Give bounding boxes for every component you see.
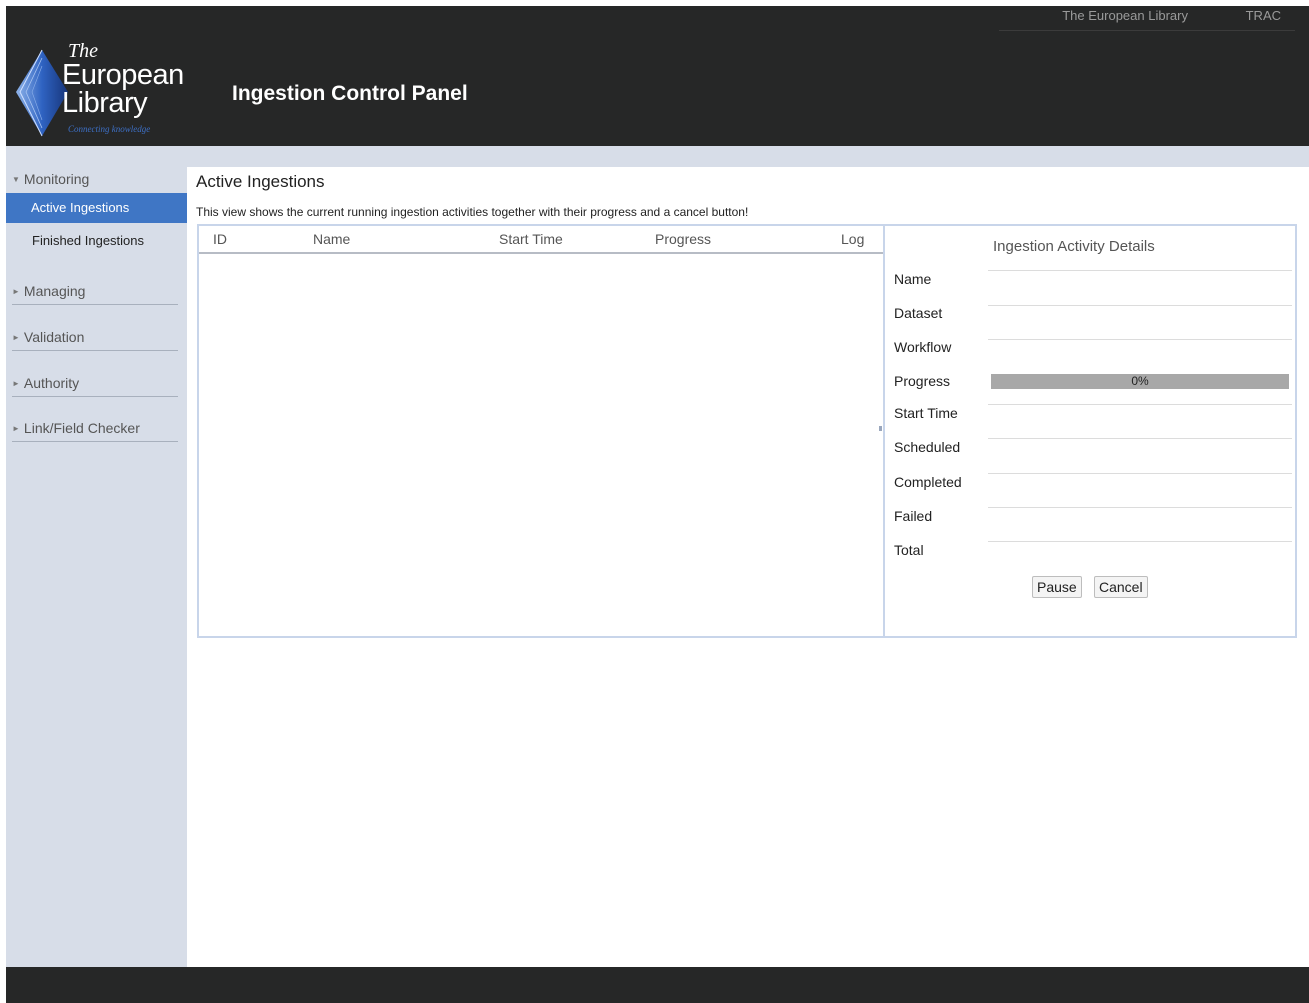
field-value-completed — [990, 475, 1290, 493]
field-value-workflow — [990, 340, 1290, 358]
footer — [6, 967, 1309, 1003]
app-title: Ingestion Control Panel — [232, 82, 468, 105]
page-description: This view shows the current running inge… — [196, 205, 749, 219]
nav-group-link-field-checker[interactable]: ► Link/Field Checker — [12, 420, 178, 436]
field-divider — [988, 473, 1292, 474]
field-label-completed: Completed — [894, 474, 962, 490]
nav-group-monitoring[interactable]: ▼ Monitoring — [12, 171, 178, 187]
progress-bar: 0% — [991, 374, 1289, 389]
field-divider — [988, 270, 1292, 271]
field-value-start-time — [990, 406, 1290, 424]
nav-divider — [12, 350, 178, 351]
field-label-total: Total — [894, 542, 924, 558]
nav-group-label: Validation — [23, 329, 85, 345]
nav-group-validation[interactable]: ► Validation — [12, 329, 178, 345]
field-value-total — [990, 543, 1290, 561]
field-value-scheduled — [990, 440, 1290, 458]
link-european-library[interactable]: The European Library — [1062, 8, 1188, 23]
page-title: Active Ingestions — [196, 172, 325, 191]
field-label-start-time: Start Time — [894, 405, 958, 421]
field-divider — [988, 541, 1292, 542]
logo-library: Library — [62, 87, 148, 119]
nav-group-label: Link/Field Checker — [23, 420, 140, 436]
nav-group-label: Monitoring — [23, 171, 90, 187]
sidebar-item-label: Finished Ingestions — [32, 233, 145, 248]
triangle-right-icon: ► — [12, 379, 20, 388]
nav-group-managing[interactable]: ► Managing — [12, 283, 178, 299]
column-header-start-time[interactable]: Start Time — [499, 231, 563, 247]
field-value-failed — [990, 509, 1290, 527]
field-label-dataset: Dataset — [894, 305, 943, 321]
sidebar-item-active-ingestions[interactable]: Active Ingestions — [6, 193, 187, 223]
ingestions-table[interactable]: ID Name Start Time Progress Log — [197, 224, 885, 638]
field-value-name — [990, 272, 1290, 290]
triangle-right-icon: ► — [12, 333, 20, 342]
column-header-id[interactable]: ID — [213, 231, 227, 247]
field-label-progress: Progress — [894, 373, 951, 389]
details-title: Ingestion Activity Details — [993, 238, 1155, 255]
field-divider — [988, 507, 1292, 508]
logo-european: European — [62, 59, 184, 91]
field-label-workflow: Workflow — [894, 339, 952, 355]
column-header-progress[interactable]: Progress — [655, 231, 711, 247]
app-frame: The European Library TRAC The European L… — [6, 6, 1309, 1003]
pause-button[interactable]: Pause — [1032, 576, 1082, 598]
nav-group-authority[interactable]: ► Authority — [12, 375, 178, 391]
field-label-scheduled: Scheduled — [894, 439, 961, 455]
panel-splitter-handle[interactable] — [879, 426, 882, 431]
nav-group-label: Authority — [23, 375, 80, 391]
column-header-name[interactable]: Name — [313, 231, 350, 247]
cancel-button[interactable]: Cancel — [1094, 576, 1148, 598]
sidebar-item-finished-ingestions[interactable]: Finished Ingestions — [32, 233, 144, 248]
nav-divider — [12, 396, 178, 397]
table-header: ID Name Start Time Progress Log — [199, 226, 883, 254]
field-value-dataset — [990, 306, 1290, 324]
sidebar-item-label: Active Ingestions — [31, 200, 130, 215]
header: The European Library TRAC The European L… — [6, 6, 1309, 146]
header-strip — [6, 146, 1309, 167]
field-label-failed: Failed — [894, 508, 933, 524]
sidebar: ▼ Monitoring Active Ingestions Finished I… — [6, 167, 187, 967]
logo[interactable]: The European Library Connecting knowledg… — [12, 36, 202, 141]
ingestion-details-panel: Ingestion Activity Details Name Dataset … — [883, 224, 1297, 638]
nav-divider — [12, 304, 178, 305]
column-header-log[interactable]: Log — [841, 231, 864, 247]
link-trac[interactable]: TRAC — [1246, 8, 1281, 23]
top-links-divider — [999, 30, 1295, 31]
top-links: The European Library TRAC — [1008, 8, 1281, 23]
nav-divider — [12, 441, 178, 442]
field-divider — [988, 404, 1292, 405]
triangle-right-icon: ► — [12, 424, 20, 433]
triangle-right-icon: ► — [12, 287, 20, 296]
field-label-name: Name — [894, 271, 932, 287]
triangle-down-icon: ▼ — [12, 175, 20, 184]
nav-group-label: Managing — [23, 283, 86, 299]
field-divider — [988, 438, 1292, 439]
progress-value: 0% — [1131, 374, 1149, 388]
logo-tagline: Connecting knowledge — [68, 124, 151, 134]
